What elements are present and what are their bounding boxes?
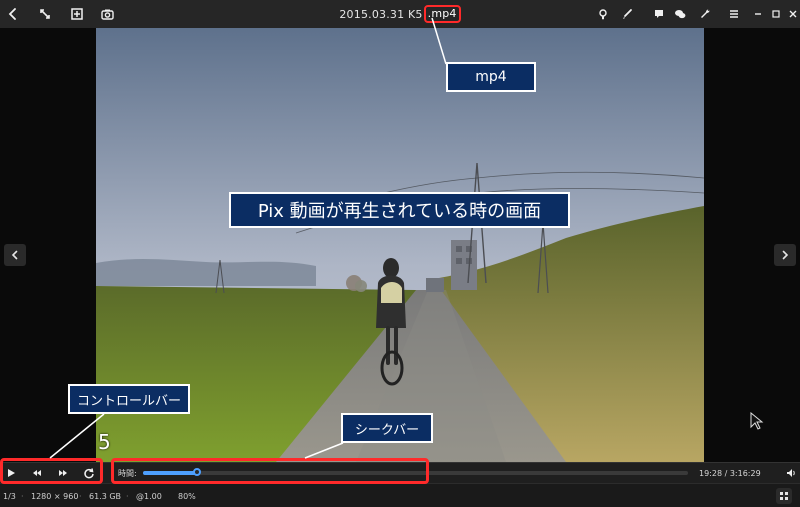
top-toolbar: 2015.03.31 K5 .mp4 bbox=[0, 0, 800, 28]
seek-bar[interactable] bbox=[143, 471, 688, 475]
rewind-button[interactable] bbox=[26, 463, 48, 483]
add-box-icon[interactable] bbox=[66, 0, 88, 28]
control-bar: 時間: 19:28 / 3:16:29 bbox=[0, 462, 800, 483]
status-resolution: 1280 × 960 bbox=[31, 491, 79, 501]
fast-forward-button[interactable] bbox=[52, 463, 74, 483]
controlbar-annotation-label: コントロールバー bbox=[68, 384, 190, 414]
camera-icon[interactable] bbox=[96, 0, 118, 28]
rewind-icon bbox=[33, 470, 41, 476]
pix-viewer-window: 2015.03.31 K5 .mp4 mp4 Pix 動画が再生されている時の画… bbox=[0, 0, 800, 507]
previous-arrow-button[interactable] bbox=[4, 244, 26, 266]
seek-thumb[interactable] bbox=[192, 468, 201, 476]
main-annotation-label: Pix 動画が再生されている時の画面 bbox=[229, 192, 570, 228]
wrench-icon[interactable] bbox=[694, 0, 716, 28]
status-bar: 1/3 · 1280 × 960 · 61.3 GB · @1.00 80% bbox=[0, 483, 800, 507]
speech-bubbles-icon[interactable] bbox=[669, 0, 691, 28]
status-separator: · bbox=[126, 491, 129, 501]
annotation-number: 5 bbox=[98, 430, 111, 454]
replay-button[interactable] bbox=[78, 463, 100, 483]
volume-button[interactable] bbox=[780, 463, 800, 483]
lightbulb-icon[interactable] bbox=[592, 0, 614, 28]
menu-icon[interactable] bbox=[723, 0, 745, 28]
seekbar-annotation-label: シークバー bbox=[341, 413, 433, 443]
play-button[interactable] bbox=[0, 463, 22, 483]
status-separator: · bbox=[21, 491, 24, 501]
title-extension: .mp4 bbox=[423, 5, 461, 23]
brush-icon[interactable] bbox=[616, 0, 638, 28]
next-arrow-button[interactable] bbox=[774, 244, 796, 266]
status-zoom: 80% bbox=[178, 491, 196, 501]
grid-view-button[interactable] bbox=[776, 488, 792, 504]
back-icon[interactable] bbox=[2, 0, 24, 28]
time-readout: 19:28 / 3:16:29 bbox=[699, 468, 761, 478]
volume-icon bbox=[787, 469, 795, 477]
grid-icon bbox=[780, 492, 788, 500]
seek-progress-fill bbox=[143, 471, 197, 475]
window-title: 2015.03.31 K5 .mp4 bbox=[300, 0, 500, 28]
close-icon[interactable] bbox=[782, 0, 800, 28]
comment-icon[interactable] bbox=[648, 0, 670, 28]
mouse-cursor-icon bbox=[750, 412, 764, 430]
status-speed: @1.00 bbox=[136, 491, 162, 501]
fullscreen-expand-icon[interactable] bbox=[34, 0, 56, 28]
fast-forward-icon bbox=[59, 470, 67, 476]
status-separator: · bbox=[79, 491, 82, 501]
status-index: 1/3 bbox=[3, 491, 16, 501]
status-size: 61.3 GB bbox=[89, 491, 122, 501]
replay-icon bbox=[84, 468, 94, 479]
title-prefix: 2015.03.31 K5 bbox=[339, 7, 423, 21]
mp4-annotation-label: mp4 bbox=[446, 62, 536, 92]
time-label: 時間: bbox=[118, 468, 137, 478]
play-icon bbox=[8, 469, 15, 477]
